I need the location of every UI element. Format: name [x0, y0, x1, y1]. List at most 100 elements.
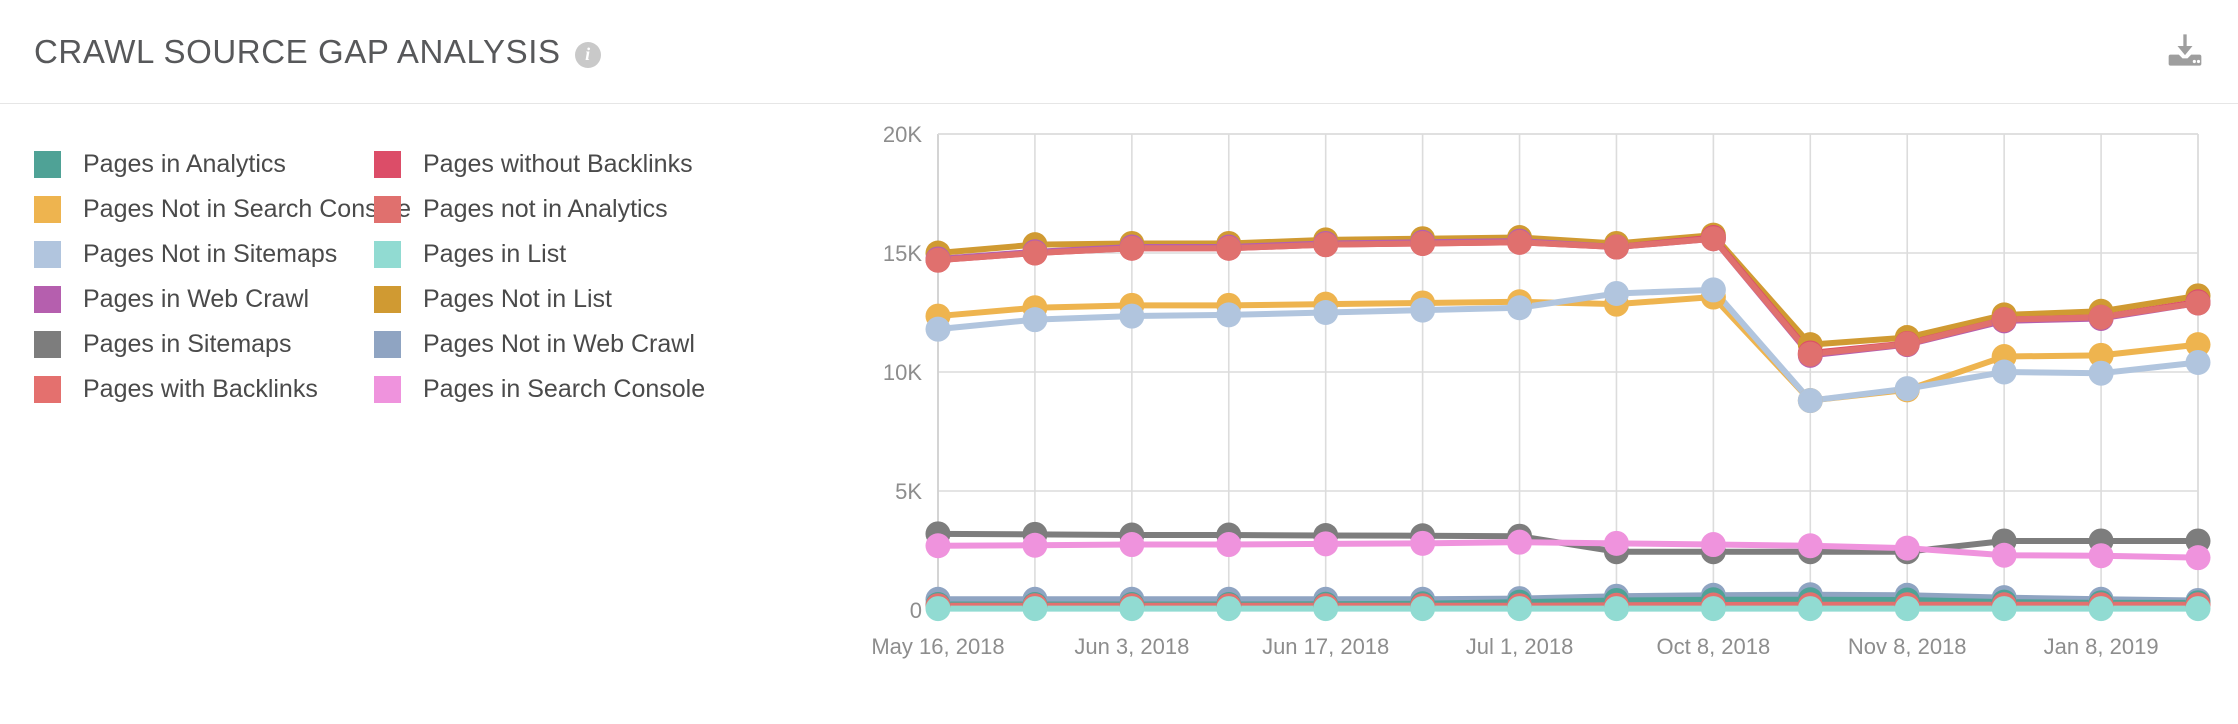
series-data-point[interactable]	[1991, 542, 2017, 568]
y-axis-tick-label: 20K	[883, 122, 922, 147]
series-data-point[interactable]	[1022, 307, 1048, 333]
chart-canvas[interactable]: 0 5K 10K 15K 20K May 16, 2018 Jun 3, 2018 Jun 1…	[860, 122, 2230, 702]
series-data-point[interactable]	[1313, 232, 1339, 258]
series-data-point[interactable]	[1507, 529, 1533, 555]
x-axis-tick-label: Nov 8, 2018	[1848, 634, 1967, 659]
line-chart[interactable]: 0 5K 10K 15K 20K May 16, 2018 Jun 3, 2018 Jun 1…	[860, 104, 2238, 724]
series-data-point[interactable]	[1507, 229, 1533, 255]
series-data-point[interactable]	[2088, 543, 2114, 569]
legend-item-pages-not-in-analytics[interactable]: Pages not in Analytics	[374, 187, 714, 232]
series-data-point[interactable]	[2088, 304, 2114, 330]
legend-label: Pages in Web Crawl	[83, 285, 310, 313]
series-data-point[interactable]	[1410, 596, 1436, 622]
series-data-point[interactable]	[1797, 388, 1823, 414]
series-data-point[interactable]	[1700, 532, 1726, 558]
series-data-point[interactable]	[1894, 376, 1920, 402]
legend-swatch-icon	[34, 151, 61, 178]
legend-item-pages-without-backlinks[interactable]: Pages without Backlinks	[374, 142, 714, 187]
legend-swatch-icon	[34, 286, 61, 313]
legend-item-pages-in-web-crawl[interactable]: Pages in Web Crawl	[34, 277, 374, 322]
series-data-point[interactable]	[1991, 359, 2017, 385]
legend-label: Pages without Backlinks	[423, 150, 693, 178]
legend-swatch-icon	[374, 286, 401, 313]
legend-label: Pages Not in Web Crawl	[423, 330, 695, 358]
series-data-point[interactable]	[1603, 530, 1629, 556]
series-data-point[interactable]	[2185, 596, 2211, 622]
info-icon[interactable]: i	[574, 41, 601, 68]
series-data-point[interactable]	[1410, 530, 1436, 556]
series-data-point[interactable]	[1507, 295, 1533, 321]
series-data-point[interactable]	[1313, 300, 1339, 325]
series-data-point[interactable]	[1022, 240, 1048, 266]
series-data-point[interactable]	[1313, 531, 1339, 557]
legend-item-pages-not-in-list[interactable]: Pages Not in List	[374, 277, 714, 322]
series-data-point[interactable]	[2185, 349, 2211, 375]
series-data-point[interactable]	[1894, 535, 1920, 561]
legend-label: Pages with Backlinks	[83, 375, 318, 403]
series-data-point[interactable]	[1507, 596, 1533, 622]
series-data-point[interactable]	[1119, 596, 1145, 622]
series-data-point[interactable]	[1216, 596, 1242, 622]
series-data-point[interactable]	[1894, 596, 1920, 622]
x-axis-tick-label: Jun 3, 2018	[1074, 634, 1189, 659]
widget-header: CRAWL SOURCE GAP ANALYSIS i	[0, 0, 2238, 104]
legend-swatch-icon	[34, 331, 61, 358]
legend-item-pages-not-in-web-crawl[interactable]: Pages Not in Web Crawl	[374, 322, 714, 367]
series-data-point[interactable]	[1022, 532, 1048, 558]
series-data-point[interactable]	[1797, 596, 1823, 622]
series-data-point[interactable]	[1022, 596, 1048, 622]
download-icon[interactable]	[2162, 28, 2208, 74]
series-data-point[interactable]	[1603, 234, 1629, 260]
legend-item-pages-in-analytics[interactable]: Pages in Analytics	[34, 142, 374, 187]
series-data-point[interactable]	[925, 316, 951, 342]
legend-label: Pages in Sitemaps	[83, 330, 292, 358]
legend-label: Pages Not in List	[423, 285, 612, 313]
legend-item-pages-in-search-console[interactable]: Pages in Search Console	[374, 367, 714, 412]
legend-item-pages-in-list[interactable]: Pages in List	[374, 232, 714, 277]
series-data-point[interactable]	[925, 533, 951, 559]
legend-column-right: Pages without Backlinks Pages not in Ana…	[374, 142, 714, 724]
x-axis-tick-label: Jun 17, 2018	[1262, 634, 1389, 659]
series-data-point[interactable]	[1603, 280, 1629, 306]
series-data-point[interactable]	[1410, 230, 1436, 256]
series-data-point[interactable]	[1119, 532, 1145, 558]
legend-swatch-icon	[374, 196, 401, 223]
series-data-point[interactable]	[1797, 341, 1823, 367]
legend-label: Pages not in Analytics	[423, 195, 668, 223]
series-data-point[interactable]	[1410, 297, 1436, 323]
legend-swatch-icon	[374, 241, 401, 268]
legend-label: Pages in Search Console	[423, 375, 706, 403]
widget-body: Pages in Analytics Pages Not in Search C…	[0, 104, 2238, 724]
legend-item-pages-with-backlinks[interactable]: Pages with Backlinks	[34, 367, 374, 412]
series-data-point[interactable]	[925, 247, 951, 273]
legend-item-pages-not-in-sitemaps[interactable]: Pages Not in Sitemaps	[34, 232, 374, 277]
legend-column-left: Pages in Analytics Pages Not in Search C…	[34, 142, 411, 724]
series-data-point[interactable]	[1313, 596, 1339, 622]
series-data-point[interactable]	[1700, 226, 1726, 252]
series-data-point[interactable]	[2185, 290, 2211, 316]
series-data-point[interactable]	[2088, 360, 2114, 386]
legend-item-pages-not-in-search-console[interactable]: Pages Not in Search Console	[34, 187, 411, 232]
series-data-point[interactable]	[1216, 532, 1242, 558]
series-data-point[interactable]	[1991, 307, 2017, 333]
x-axis-tick-label: Jan 8, 2019	[2044, 634, 2159, 659]
series-data-point[interactable]	[1991, 596, 2017, 622]
y-axis-tick-label: 15K	[883, 241, 922, 266]
series-data-point[interactable]	[2185, 545, 2211, 571]
series-data-point[interactable]	[1700, 596, 1726, 622]
series-data-point[interactable]	[1119, 303, 1145, 329]
legend-swatch-icon	[374, 376, 401, 403]
legend-item-pages-in-sitemaps[interactable]: Pages in Sitemaps	[34, 322, 374, 367]
legend-swatch-icon	[34, 241, 61, 268]
legend-label: Pages in Analytics	[83, 150, 286, 178]
page-title: CRAWL SOURCE GAP ANALYSIS	[34, 32, 561, 70]
series-data-point[interactable]	[925, 596, 951, 622]
series-data-point[interactable]	[1894, 331, 1920, 357]
series-data-point[interactable]	[1797, 533, 1823, 559]
series-data-point[interactable]	[1216, 302, 1242, 328]
series-data-point[interactable]	[1119, 235, 1145, 261]
series-data-point[interactable]	[1216, 235, 1242, 261]
series-data-point[interactable]	[1700, 277, 1726, 303]
series-data-point[interactable]	[2088, 596, 2114, 622]
series-data-point[interactable]	[1603, 596, 1629, 622]
